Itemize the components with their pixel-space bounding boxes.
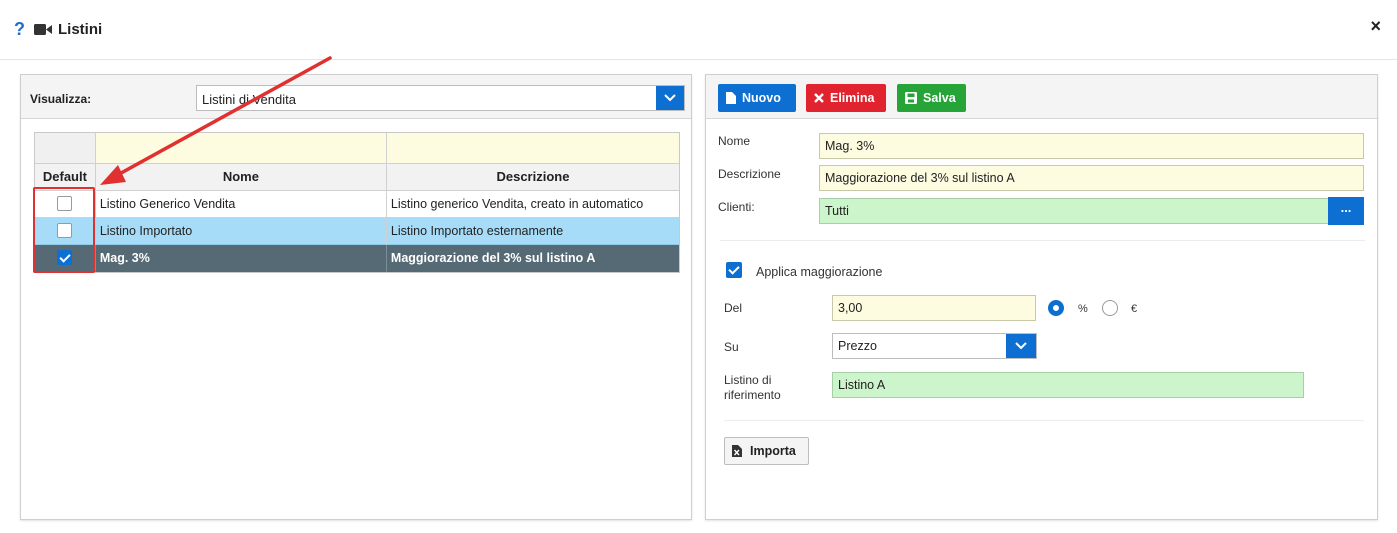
column-header-nome[interactable]: Nome [95, 164, 387, 191]
percent-radio[interactable] [1048, 300, 1064, 316]
listino-riferimento-label-line1: Listino di [724, 373, 772, 387]
default-cell [35, 218, 96, 245]
listino-riferimento-label: Listino di riferimento [724, 373, 781, 403]
table-row[interactable]: Listino Generico Vendita Listino generic… [35, 191, 679, 218]
default-checkbox-checked[interactable] [57, 250, 73, 266]
listini-list-panel: Visualizza: Listini di Vendita Default N… [20, 74, 692, 520]
nome-cell: Mag. 3% [95, 245, 387, 272]
grid-filter-row [35, 133, 679, 164]
default-checkbox[interactable] [57, 223, 73, 239]
nuovo-button[interactable]: Nuovo [718, 84, 796, 112]
close-icon[interactable]: × [1370, 16, 1381, 37]
applica-maggiorazione-label: Applica maggiorazione [756, 265, 883, 279]
descrizione-cell: Listino generico Vendita, creato in auto… [386, 191, 679, 218]
table-row[interactable]: Listino Importato Listino Importato este… [35, 218, 679, 245]
visualizza-value: Listini di Vendita [202, 92, 296, 107]
dialog-title: Listini [58, 21, 103, 38]
nuovo-label: Nuovo [742, 91, 781, 105]
listino-riferimento-field[interactable]: Listino A [832, 372, 1304, 398]
column-header-default[interactable]: Default [35, 164, 96, 191]
salva-button[interactable]: Salva [897, 84, 966, 112]
descrizione-label: Descrizione [718, 167, 781, 181]
nome-cell: Listino Importato [95, 218, 387, 245]
dialog-header: ? Listini × [0, 0, 1397, 60]
table-row-selected[interactable]: Mag. 3% Maggiorazione del 3% sul listino… [35, 245, 679, 272]
grid-header-row: Default Nome Descrizione [35, 164, 679, 191]
su-value: Prezzo [838, 339, 877, 353]
euro-radio[interactable] [1102, 300, 1118, 316]
del-field[interactable]: 3,00 [832, 295, 1036, 321]
filter-descrizione-cell[interactable] [386, 133, 679, 164]
filter-default-cell [35, 133, 96, 164]
elimina-button[interactable]: Elimina [806, 84, 886, 112]
detail-toolbar: Nuovo Elimina Salva [706, 75, 1377, 119]
su-label: Su [724, 340, 739, 354]
default-checkbox[interactable] [57, 196, 73, 212]
elimina-label: Elimina [830, 91, 875, 105]
column-header-descrizione[interactable]: Descrizione [386, 164, 679, 191]
chevron-down-icon [1015, 342, 1027, 350]
clienti-field[interactable]: Tutti [819, 198, 1329, 224]
salva-label: Salva [923, 91, 956, 105]
applica-maggiorazione-checkbox[interactable] [726, 262, 742, 278]
visualizza-select[interactable]: Listini di Vendita [196, 85, 685, 111]
file-excel-icon [732, 445, 742, 457]
nome-field[interactable]: Mag. 3% [819, 133, 1364, 159]
del-label: Del [724, 301, 743, 315]
importa-label: Importa [750, 444, 796, 458]
descrizione-cell: Maggiorazione del 3% sul listino A [386, 245, 679, 272]
listino-riferimento-label-line2: riferimento [724, 388, 781, 402]
default-cell [35, 245, 96, 272]
euro-label: € [1131, 303, 1138, 315]
descrizione-field[interactable]: Maggiorazione del 3% sul listino A [819, 165, 1364, 191]
times-icon [814, 93, 824, 103]
form-divider [720, 240, 1365, 241]
form-divider [724, 420, 1364, 421]
su-select[interactable]: Prezzo [832, 333, 1037, 359]
clienti-picker-button[interactable]: ... [1328, 197, 1364, 225]
filter-nome-cell[interactable] [95, 133, 387, 164]
importa-button[interactable]: Importa [724, 437, 809, 465]
listini-grid: Default Nome Descrizione Listino Generic… [34, 132, 680, 273]
nome-cell: Listino Generico Vendita [95, 191, 387, 218]
descrizione-cell: Listino Importato esternamente [386, 218, 679, 245]
list-toolbar: Visualizza: Listini di Vendita [21, 75, 691, 119]
default-cell [35, 191, 96, 218]
help-icon[interactable]: ? [14, 19, 25, 39]
visualizza-label: Visualizza: [30, 92, 92, 106]
clienti-label: Clienti: [718, 200, 755, 214]
file-icon [726, 92, 736, 104]
percent-label: % [1078, 303, 1088, 315]
chevron-down-icon [664, 94, 676, 102]
floppy-disk-icon [905, 92, 917, 104]
video-camera-icon [34, 24, 52, 35]
visualizza-dropdown-button[interactable] [656, 86, 684, 110]
nome-label: Nome [718, 134, 751, 148]
su-dropdown-button[interactable] [1006, 334, 1036, 358]
